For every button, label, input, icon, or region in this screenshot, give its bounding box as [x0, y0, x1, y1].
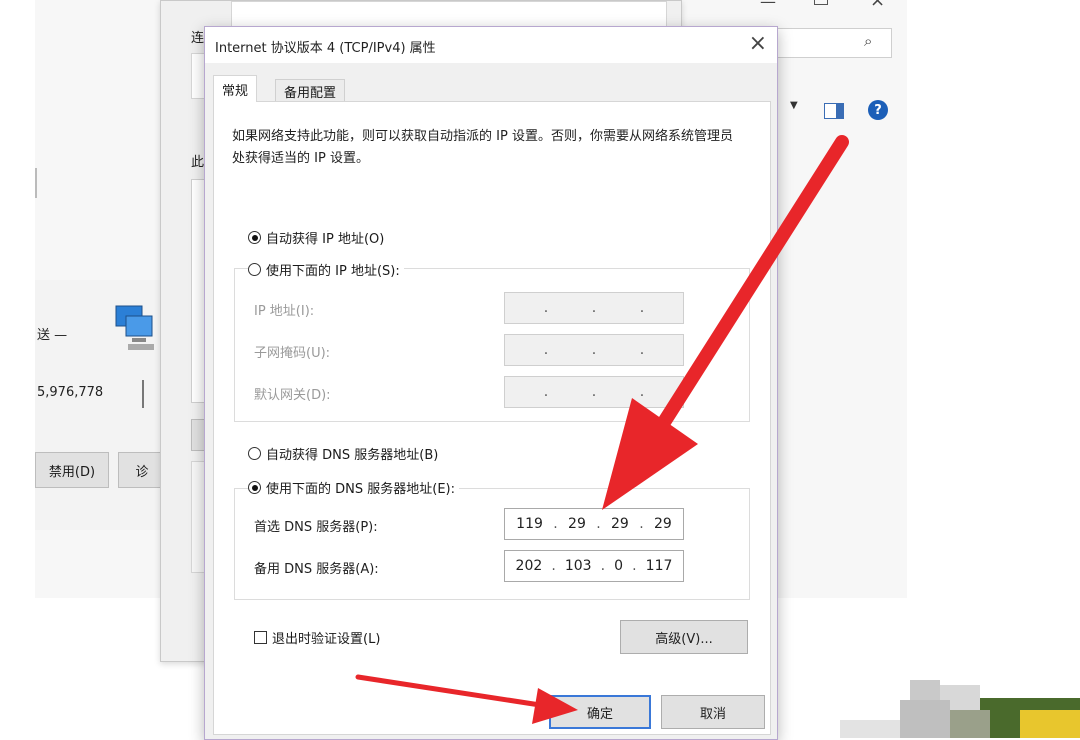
close-icon[interactable]: ×: [749, 31, 767, 57]
divider: [35, 168, 41, 198]
blurred-taskbar-area: [840, 680, 1080, 738]
tab-alternate-config[interactable]: 备用配置: [275, 79, 346, 102]
ip-address-field: . . .: [504, 292, 684, 324]
divider: [142, 380, 144, 408]
connect-label: 连: [191, 31, 205, 46]
dialog-titlebar: Internet 协议版本 4 (TCP/IPv4) 属性 ×: [205, 27, 777, 63]
default-gateway-label: 默认网关(D):: [254, 388, 331, 403]
radio-unselected-icon: [248, 447, 261, 460]
network-computers-icon: [112, 300, 158, 356]
alternate-dns-field[interactable]: 202. 103. 0. 117: [504, 550, 684, 582]
preferred-dns-field[interactable]: 119. 29. 29. 29: [504, 508, 684, 540]
disable-button[interactable]: 禁用(D): [35, 452, 109, 488]
chevron-down-icon[interactable]: ▼: [790, 100, 798, 111]
general-tab-pane: 如果网络支持此功能，则可以获取自动指派的 IP 设置。否则，你需要从网络系统管理…: [213, 101, 771, 735]
radio-selected-icon: [248, 481, 261, 494]
preview-pane-icon[interactable]: [824, 103, 844, 119]
manual-ip-radio[interactable]: 使用下面的 IP 地址(S):: [248, 260, 404, 279]
checkbox-unchecked-icon: [254, 631, 267, 644]
dialog-title: Internet 协议版本 4 (TCP/IPv4) 属性: [215, 41, 436, 56]
dns-settings-group: [234, 488, 750, 600]
search-input[interactable]: [776, 28, 892, 58]
items-label: 此: [191, 155, 205, 170]
sent-label: 送 —: [37, 328, 68, 343]
advanced-button[interactable]: 高级(V)...: [620, 620, 748, 654]
auto-ip-radio[interactable]: 自动获得 IP 地址(O): [248, 228, 384, 247]
sent-bytes-value: 5,976,778: [37, 385, 104, 400]
manual-dns-radio[interactable]: 使用下面的 DNS 服务器地址(E):: [248, 478, 459, 497]
radio-selected-icon: [248, 231, 261, 244]
subnet-mask-field: . . .: [504, 334, 684, 366]
radio-unselected-icon: [248, 263, 261, 276]
close-icon[interactable]: ×: [870, 0, 885, 11]
tab-general[interactable]: 常规: [213, 75, 258, 102]
search-icon: ⌕: [864, 32, 873, 50]
cancel-button[interactable]: 取消: [661, 695, 765, 729]
default-gateway-field: . . .: [504, 376, 684, 408]
ok-button[interactable]: 确定: [549, 695, 651, 729]
tcpip-properties-dialog: Internet 协议版本 4 (TCP/IPv4) 属性 × 常规 备用配置 …: [204, 26, 778, 740]
maximize-icon[interactable]: [814, 0, 828, 5]
subnet-mask-label: 子网掩码(U):: [254, 346, 331, 361]
validate-on-exit-checkbox[interactable]: 退出时验证设置(L): [254, 628, 380, 647]
help-icon[interactable]: ?: [868, 100, 888, 120]
alternate-dns-label: 备用 DNS 服务器(A):: [254, 562, 379, 577]
minimize-icon[interactable]: —: [760, 0, 776, 11]
preferred-dns-label: 首选 DNS 服务器(P):: [254, 520, 378, 535]
ip-address-label: IP 地址(I):: [254, 304, 315, 319]
auto-dns-radio[interactable]: 自动获得 DNS 服务器地址(B): [248, 444, 438, 463]
dialog-description: 如果网络支持此功能，则可以获取自动指派的 IP 设置。否则，你需要从网络系统管理…: [232, 129, 733, 166]
diagnose-button[interactable]: 诊: [118, 452, 166, 488]
